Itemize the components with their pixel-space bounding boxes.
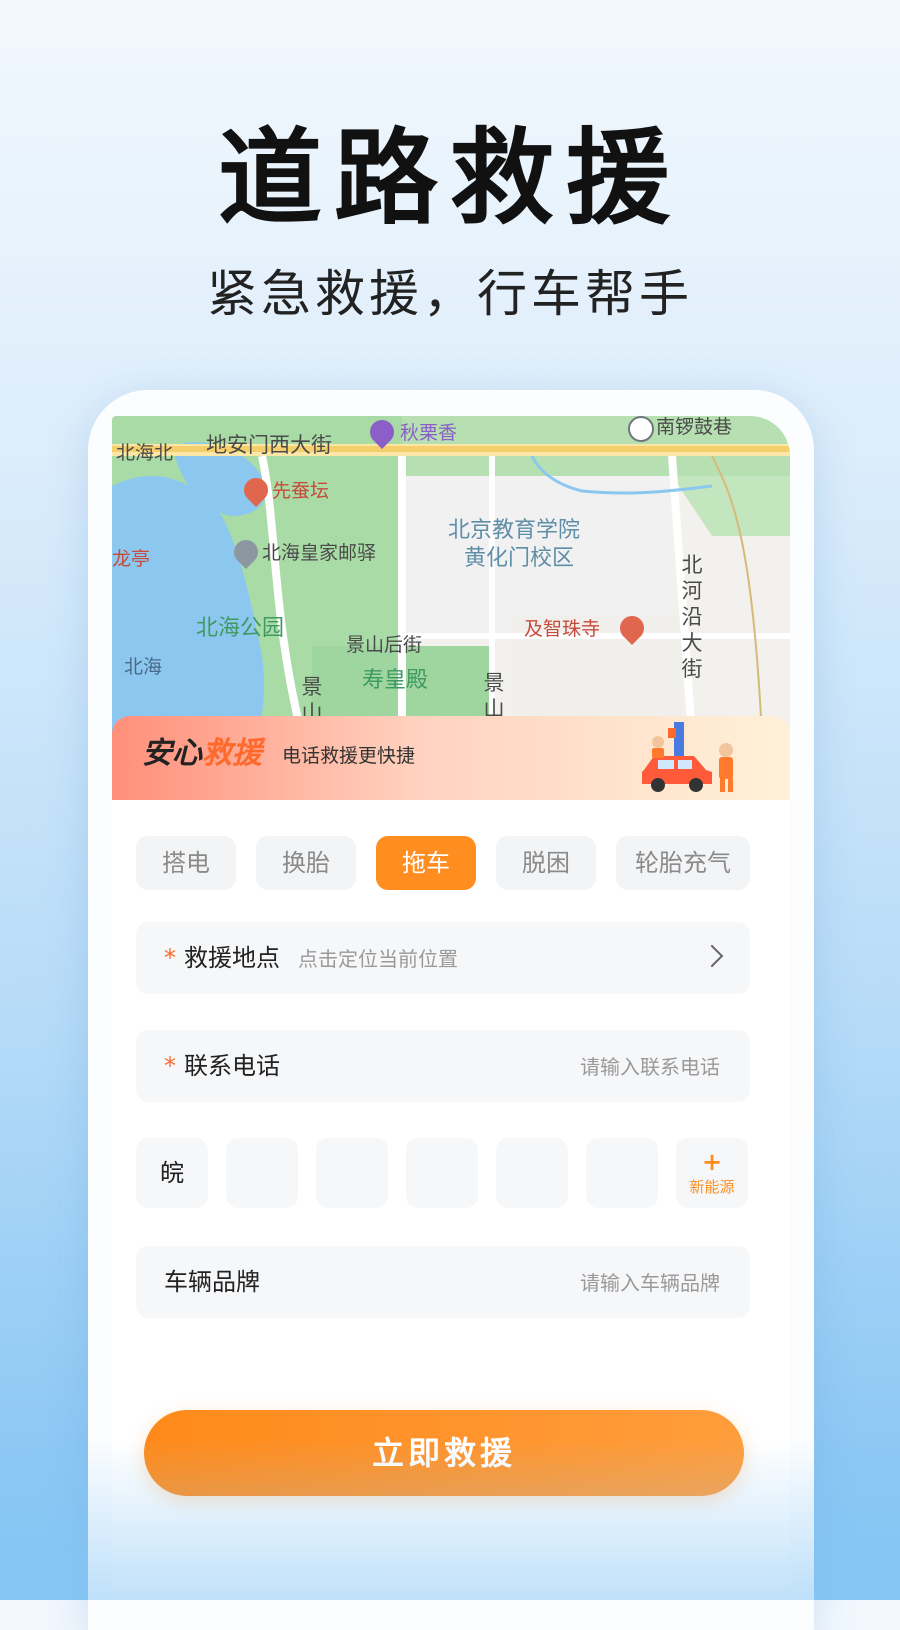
- tab-jump-start[interactable]: 搭电: [136, 836, 236, 890]
- field-label: 车辆品牌: [164, 1268, 260, 1296]
- rescue-now-button[interactable]: 立即救援: [144, 1410, 744, 1496]
- banner-subtitle: 电话救援更快捷: [282, 745, 416, 767]
- map-label: 地安门西大街: [206, 433, 332, 457]
- app-screen: 北海北 地安门西大街 秋栗香 南锣鼓巷 先蚕坛 北京教育学院 黄化门校区 龙亭 …: [112, 416, 790, 1600]
- rescue-car-illustration-icon: [642, 722, 733, 792]
- plate-char-input[interactable]: [406, 1138, 478, 1208]
- map-label: 北海北: [116, 442, 174, 464]
- map-label: 及智珠寺: [524, 618, 601, 640]
- rescue-location-field[interactable]: * 救援地点 点击定位当前位置: [136, 922, 750, 994]
- hero-title: 道路救援: [217, 117, 682, 239]
- plus-icon: +: [701, 1148, 723, 1176]
- map-label-vertical: 北河沿大街: [681, 553, 703, 681]
- tab-tire-inflation[interactable]: 轮胎充气: [616, 836, 750, 890]
- location-hint[interactable]: 点击定位当前位置: [298, 946, 458, 972]
- required-mark: *: [164, 944, 176, 972]
- rescue-form: 搭电 换胎 拖车 脱困 轮胎充气 * 救援地点 点击定位当前位置 * 联系电话 …: [112, 800, 790, 1600]
- new-energy-plate-button[interactable]: + 新能源: [676, 1138, 748, 1208]
- map-label: 北海: [124, 656, 163, 678]
- required-mark: *: [164, 1052, 176, 1080]
- tab-unstuck[interactable]: 脱困: [496, 836, 596, 890]
- phone-input[interactable]: 请输入联系电话: [580, 1054, 720, 1080]
- map-label: 景山后街: [346, 634, 423, 656]
- map-label: 北海公园: [196, 616, 285, 641]
- plate-char-input[interactable]: [226, 1138, 298, 1208]
- new-energy-label: 新能源: [689, 1178, 735, 1196]
- tab-tire-change[interactable]: 换胎: [256, 836, 356, 890]
- field-label: 救援地点: [184, 944, 280, 972]
- banner-title: 安心救援: [142, 736, 262, 771]
- tab-towing[interactable]: 拖车: [376, 836, 476, 890]
- map-label: 先蚕坛: [272, 480, 330, 502]
- plate-province: 皖: [160, 1159, 184, 1187]
- plate-char-input[interactable]: [586, 1138, 658, 1208]
- brand-input[interactable]: 请输入车辆品牌: [580, 1270, 720, 1296]
- plate-char-input[interactable]: [316, 1138, 388, 1208]
- map-label: 北京教育学院: [448, 518, 581, 543]
- field-label: 联系电话: [184, 1052, 280, 1080]
- plate-char-input[interactable]: [496, 1138, 568, 1208]
- map-label: 龙亭: [112, 548, 151, 570]
- subway-icon[interactable]: [628, 416, 654, 442]
- chevron-right-icon[interactable]: [700, 944, 724, 968]
- map-label: 秋栗香: [400, 422, 458, 444]
- map-label: 寿皇殿: [362, 668, 429, 693]
- map-label: 北海皇家邮驿: [262, 542, 377, 564]
- plate-province-select[interactable]: 皖: [136, 1138, 208, 1208]
- hero-subtitle: 紧急救援，行车帮手: [207, 265, 693, 323]
- map-label-vertical: 景山: [483, 671, 505, 721]
- vehicle-brand-field[interactable]: 车辆品牌 请输入车辆品牌: [136, 1246, 750, 1318]
- map-label: 黄化门校区: [464, 546, 575, 571]
- map-view[interactable]: 北海北 地安门西大街 秋栗香 南锣鼓巷 先蚕坛 北京教育学院 黄化门校区 龙亭 …: [112, 416, 790, 736]
- contact-phone-field[interactable]: * 联系电话 请输入联系电话: [136, 1030, 750, 1102]
- promo-banner[interactable]: 安心救援 电话救援更快捷: [112, 716, 790, 800]
- map-label: 南锣鼓巷: [656, 416, 733, 438]
